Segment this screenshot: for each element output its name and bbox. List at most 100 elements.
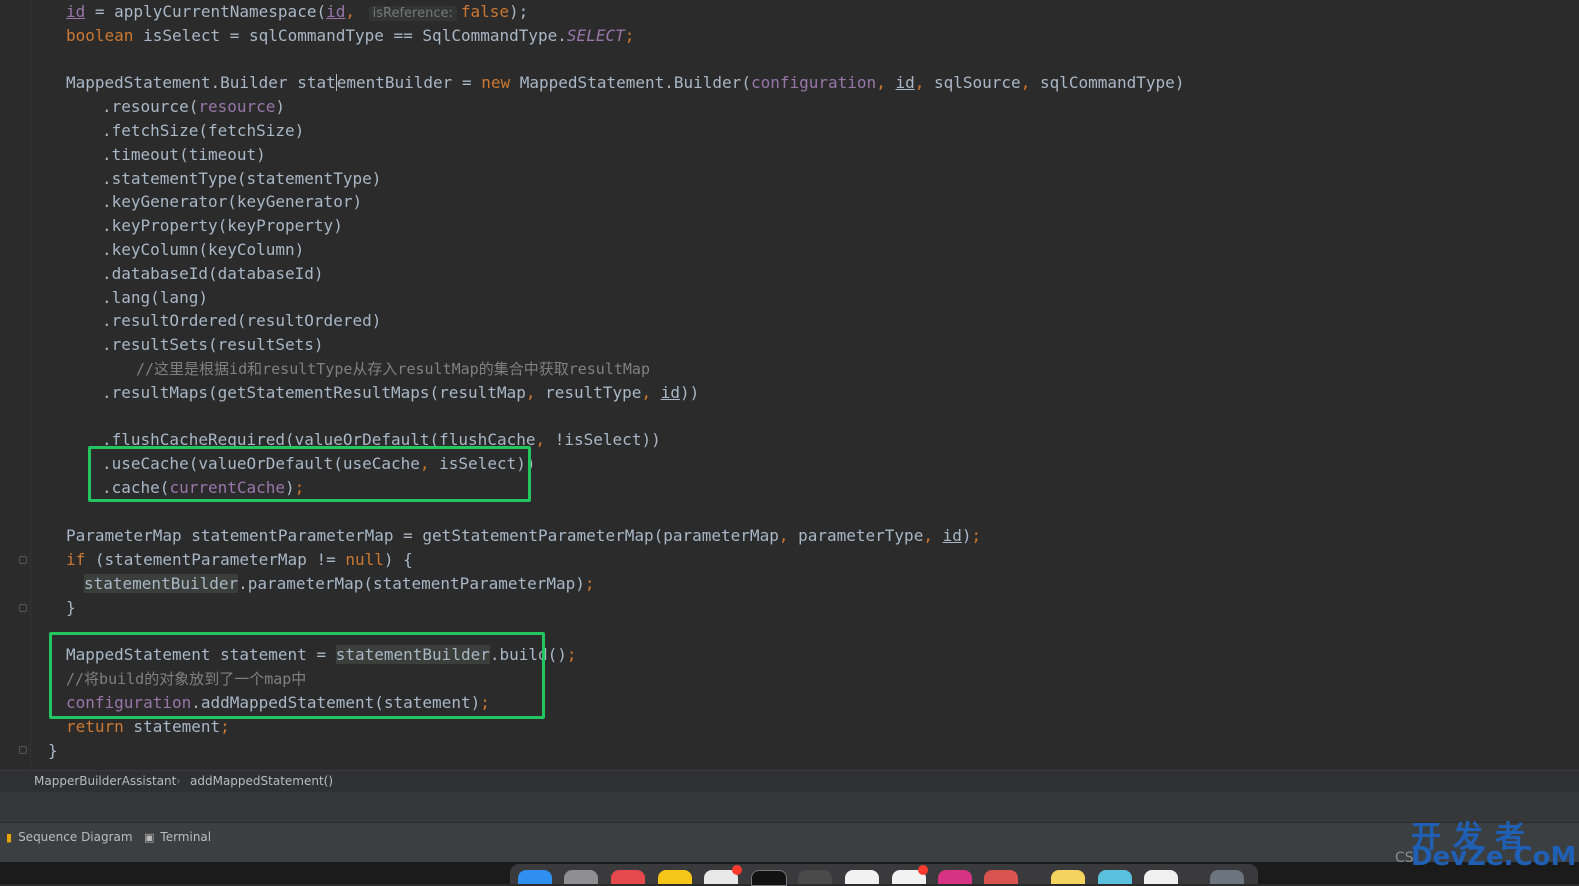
code-token: ) (961, 526, 972, 545)
code-token: isSelect = sqlCommandType == SqlCommandT… (133, 26, 567, 45)
code-line: .resource(resource) (102, 95, 285, 119)
code-token: id (326, 2, 346, 21)
breadcrumb-separator-icon: › (176, 774, 181, 788)
watermark-en: DevZe.CoM (1411, 842, 1577, 872)
code-token: new (481, 73, 511, 92)
tab-label: Terminal (160, 830, 212, 844)
highlight-box (88, 446, 531, 502)
code-line: .resultSets(resultSets) (102, 335, 324, 354)
code-line: MappedStatement.Builder statementBuilder… (66, 71, 1184, 95)
app-red-icon[interactable] (611, 870, 645, 884)
notification-badge (732, 865, 742, 875)
code-line: .keyProperty(keyProperty) (102, 216, 343, 235)
code-token: SELECT (566, 26, 625, 45)
code-token: id (942, 526, 962, 545)
code-token: .resultMaps(getStatementResultMaps(resul… (102, 383, 526, 402)
code-line: .keyGenerator(keyGenerator) (102, 192, 363, 211)
code-token: if (66, 550, 86, 569)
code-line: .resultMaps(getStatementResultMaps(resul… (102, 381, 699, 405)
code-token: id (895, 73, 915, 92)
code-token: , (535, 430, 555, 449)
code-token: resultType (545, 383, 642, 402)
code-token: ementBuilder = (336, 73, 482, 92)
terminal-tab[interactable]: ▣ Terminal (144, 827, 211, 847)
code-token: boolean (66, 26, 134, 45)
sequence-diagram-tab[interactable]: ▮ Sequence Diagram (6, 827, 133, 847)
app-dark-icon[interactable] (798, 870, 832, 884)
breadcrumb-method[interactable]: addMappedStatement() (190, 774, 333, 788)
code-token: false (460, 2, 510, 21)
macos-dock (510, 864, 1258, 886)
code-token: ParameterMap statementParameterMap = get… (66, 526, 779, 545)
breadcrumb-class[interactable]: MapperBuilderAssistant (34, 774, 176, 788)
code-token: ) (275, 97, 286, 116)
parameter-hint: isReference: (368, 6, 457, 21)
watermark-logo: CS 开发者 DevZe.CoM (1395, 812, 1576, 872)
fold-marker-icon[interactable] (19, 604, 27, 612)
code-token: , (914, 73, 934, 92)
code-line: .timeout(timeout) (102, 145, 266, 164)
tool-window-bar: ▮ Sequence Diagram ▣ Terminal (0, 822, 1579, 863)
code-token: !isSelect)) (554, 430, 661, 449)
code-line: .lang(lang) (102, 288, 208, 307)
code-token: statementBuilder (84, 574, 239, 593)
finder-icon[interactable] (518, 870, 552, 884)
code-line: statementBuilder.parameterMap(statementP… (84, 572, 595, 596)
code-token: parameterType (798, 526, 924, 545)
code-token: = applyCurrentNamespace( (85, 2, 327, 21)
code-token: ; (971, 526, 982, 545)
code-token: .resource( (102, 97, 199, 116)
code-token: ; (584, 574, 595, 593)
app-blue-icon[interactable] (1098, 870, 1132, 884)
code-token: , (525, 383, 546, 402)
tab-label: Sequence Diagram (18, 830, 133, 844)
code-line: .databaseId(databaseId) (102, 264, 324, 283)
notes-icon[interactable] (658, 870, 692, 884)
code-token: stat (297, 73, 336, 92)
code-line: boolean isSelect = sqlCommandType == Sql… (66, 24, 634, 48)
code-line: .keyColumn(keyColumn) (102, 240, 305, 259)
code-token: ; (566, 645, 577, 664)
code-line: .fetchSize(fetchSize) (102, 121, 305, 140)
code-line: .statementType(statementType) (102, 169, 382, 188)
code-token: MappedStatement.Builder( (510, 73, 751, 92)
code-token: , (1020, 73, 1040, 92)
code-token: statement (123, 717, 221, 736)
code-line: id = applyCurrentNamespace(id, isReferen… (66, 0, 528, 24)
code-token: id (66, 2, 86, 21)
code-token: ); (509, 2, 529, 21)
code-token: ; (624, 26, 635, 45)
code-line: } (66, 598, 76, 617)
code-token: resource (198, 97, 276, 116)
fold-marker-icon[interactable] (19, 556, 27, 564)
editor-gutter (0, 0, 31, 770)
app-gray-icon[interactable] (1210, 870, 1244, 884)
sequence-diagram-icon: ▮ (6, 831, 13, 844)
code-token: sqlSource (933, 73, 1021, 92)
app-white-icon[interactable] (1144, 870, 1178, 884)
code-line: .resultOrdered(resultOrdered) (102, 311, 382, 330)
app-pink-icon[interactable] (938, 870, 972, 884)
launchpad-icon[interactable] (564, 870, 598, 884)
code-token: sqlCommandType) (1039, 73, 1185, 92)
code-token: , (778, 526, 799, 545)
code-token: , (876, 73, 896, 92)
app-red2-icon[interactable] (984, 870, 1018, 884)
terminal-icon: ▣ (144, 831, 155, 844)
code-token: , (923, 526, 943, 545)
breadcrumb: MapperBuilderAssistant › addMappedStatem… (0, 770, 1579, 793)
code-token: return (66, 717, 124, 736)
highlight-box (49, 632, 545, 719)
code-comment: //这里是根据id和resultType从存入resultMap的集合中获取re… (136, 360, 650, 378)
code-token: configuration (750, 73, 877, 92)
code-token: MappedStatement.Builder (66, 73, 298, 92)
fold-marker-icon[interactable] (19, 746, 27, 754)
code-token: , (641, 383, 661, 402)
safari-icon[interactable] (845, 870, 879, 884)
code-token: id (660, 383, 680, 402)
app-yellow-icon[interactable] (1051, 870, 1085, 884)
editor-empty-area (0, 792, 1579, 822)
code-token: , (345, 2, 365, 21)
code-token: (statementParameterMap != (85, 550, 346, 569)
notification-badge (918, 865, 928, 875)
